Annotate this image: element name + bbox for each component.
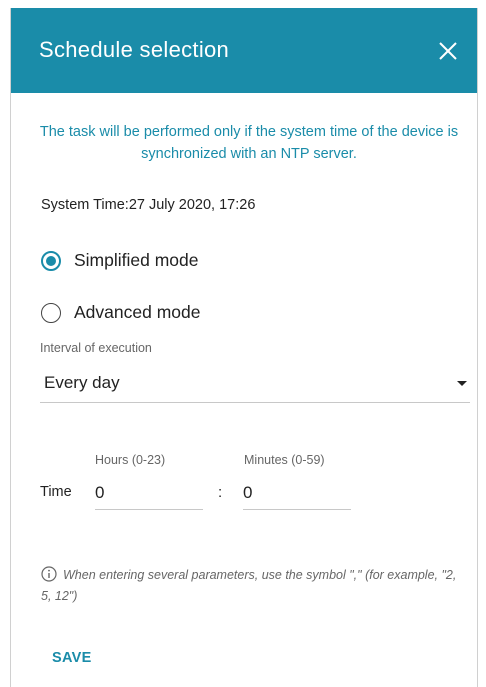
simplified-mode-radio[interactable]: Simplified mode [41, 250, 199, 271]
interval-label: Interval of execution [40, 341, 152, 355]
radio-checked-icon[interactable] [41, 250, 61, 271]
time-separator: : [218, 484, 223, 501]
minutes-input[interactable] [243, 476, 351, 510]
simplified-mode-label: Simplified mode [74, 250, 199, 270]
hours-input[interactable] [95, 476, 203, 510]
ntp-notice: The task will be performed only if the s… [39, 124, 459, 162]
schedule-dialog: Schedule selection The task will be perf… [10, 8, 478, 687]
close-icon[interactable] [435, 38, 461, 64]
radio-unchecked-icon[interactable] [41, 302, 61, 323]
interval-value: Every day [44, 373, 120, 392]
info-icon [41, 566, 57, 582]
dialog-title: Schedule selection [39, 37, 230, 62]
save-button[interactable]: SAVE [52, 650, 92, 666]
time-label: Time [40, 484, 72, 500]
hint-message: When entering several parameters, use th… [41, 568, 457, 603]
minutes-label: Minutes (0-59) [244, 453, 325, 467]
advanced-mode-label: Advanced mode [74, 302, 201, 322]
dropdown-arrow-icon [457, 381, 467, 386]
dialog-header: Schedule selection [11, 8, 477, 93]
system-time: System Time:27 July 2020, 17:26 [41, 197, 256, 213]
interval-select[interactable]: Every day [40, 366, 470, 403]
advanced-mode-radio[interactable]: Advanced mode [41, 302, 200, 323]
hours-label: Hours (0-23) [95, 453, 166, 467]
hint-text: When entering several parameters, use th… [41, 565, 461, 607]
